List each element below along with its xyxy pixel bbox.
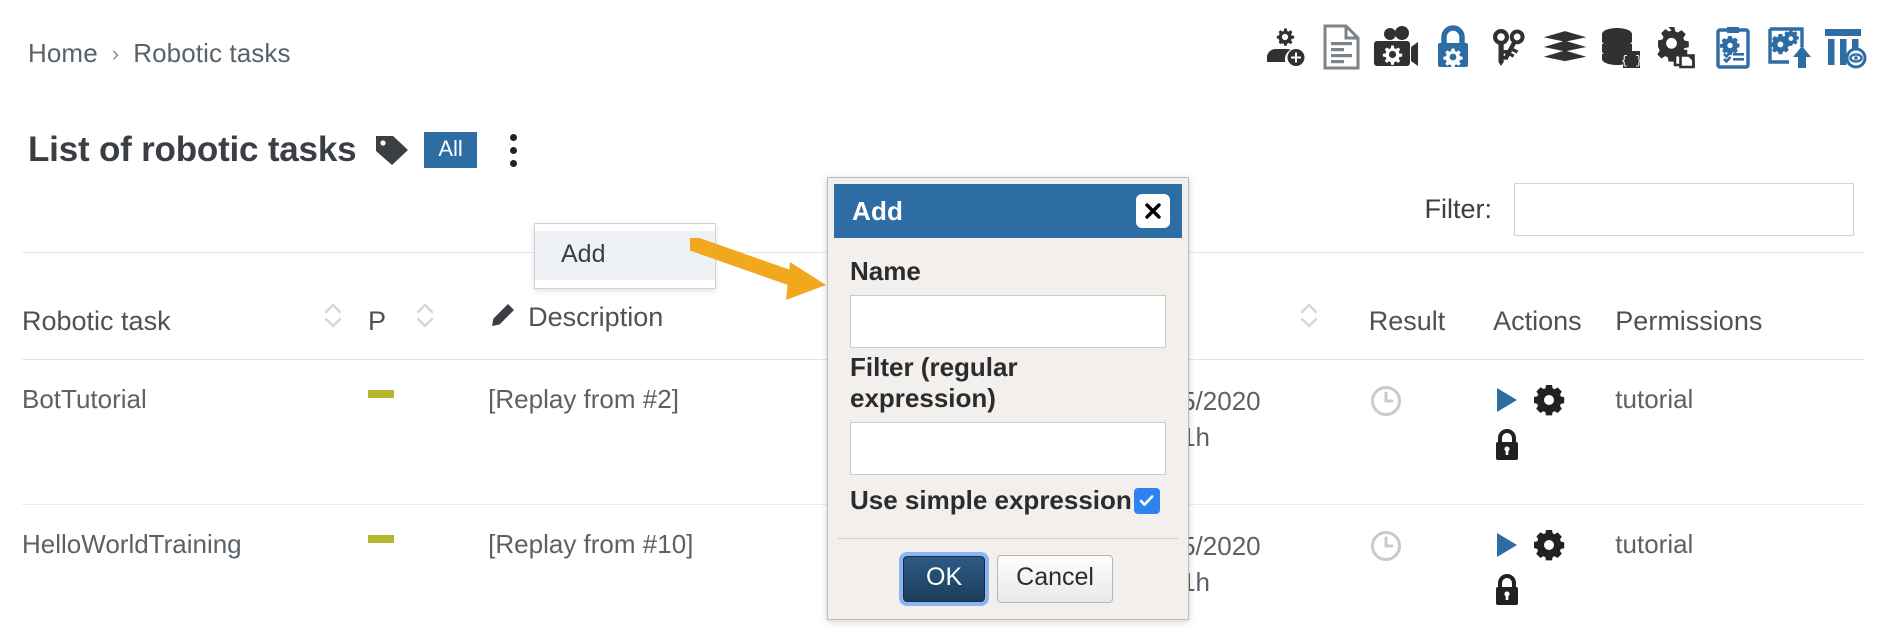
sort-toggle-start[interactable] (1298, 300, 1368, 360)
dialog-title: Add (852, 196, 903, 227)
page-title-row: List of robotic tasks All (28, 128, 527, 172)
breadcrumb-item-robotic-tasks[interactable]: Robotic tasks (133, 38, 290, 69)
menu-item-add[interactable]: Add (535, 231, 715, 280)
use-simple-expression-group: Use simple expression (850, 485, 1166, 516)
column-header-p[interactable]: P (368, 300, 414, 360)
gear-icon[interactable] (1533, 384, 1565, 423)
lock-gear-icon[interactable] (1430, 22, 1476, 72)
priority-dash-icon (368, 390, 394, 398)
column-header-description-label: Description (528, 302, 663, 332)
ok-button[interactable]: OK (903, 556, 985, 602)
keys-icon[interactable] (1486, 22, 1532, 72)
dialog-title-bar: Add (834, 184, 1182, 238)
name-label: Name (850, 256, 1166, 287)
column-header-robotic-task[interactable]: Robotic task (22, 300, 322, 360)
filter-expression-label: Filter (regular expression) (850, 352, 1166, 414)
toolbar: { } (1262, 22, 1868, 72)
cell-actions (1493, 505, 1615, 637)
cell-result (1369, 505, 1493, 637)
gear-icon[interactable] (1533, 529, 1565, 568)
name-input[interactable] (850, 295, 1166, 348)
lock-icon[interactable] (1493, 429, 1521, 470)
clipboard-gear-icon[interactable] (1710, 22, 1756, 72)
table-view-icon[interactable] (1822, 22, 1868, 72)
close-icon[interactable] (1136, 194, 1170, 228)
cell-spacer (1298, 505, 1368, 637)
books-stack-icon[interactable] (1542, 22, 1588, 72)
camera-gear-icon[interactable] (1374, 22, 1420, 72)
lock-icon[interactable] (1493, 574, 1521, 615)
cell-spacer (322, 360, 368, 505)
column-header-actions[interactable]: Actions (1493, 300, 1615, 360)
page-root: Home › Robotic tasks (0, 0, 1886, 637)
pending-clock-icon (1369, 394, 1403, 424)
use-simple-expression-label: Use simple expression (850, 485, 1132, 516)
play-icon[interactable] (1493, 385, 1521, 422)
add-user-gear-icon[interactable] (1262, 22, 1308, 72)
breadcrumb-item-home[interactable]: Home (28, 38, 98, 69)
svg-text:{ }: { } (1621, 54, 1643, 68)
priority-dash-icon (368, 535, 394, 543)
cell-priority (368, 360, 414, 505)
cell-permissions: tutorial (1615, 505, 1864, 637)
gear-copy-icon[interactable] (1654, 22, 1700, 72)
sort-toggle-p[interactable] (414, 300, 489, 360)
pencil-icon (488, 302, 516, 337)
column-header-result[interactable]: Result (1369, 300, 1493, 360)
cell-robotic-task: BotTutorial (22, 360, 322, 505)
document-icon[interactable] (1318, 22, 1364, 72)
column-header-permissions[interactable]: Permissions (1615, 300, 1864, 360)
cell-priority (368, 505, 414, 637)
cancel-button[interactable]: Cancel (997, 555, 1113, 603)
tag-filter-all[interactable]: All (424, 132, 476, 168)
sort-icon (322, 300, 344, 337)
cell-spacer (414, 360, 489, 505)
sort-toggle-robotic-task[interactable] (322, 300, 368, 360)
tag-icon[interactable] (374, 133, 410, 167)
cell-spacer (322, 505, 368, 637)
pending-clock-icon (1369, 539, 1403, 569)
context-menu: Add (534, 223, 716, 289)
cell-robotic-task: HelloWorldTraining (22, 505, 322, 637)
sort-icon (414, 300, 436, 337)
page-title: List of robotic tasks (28, 130, 356, 170)
cell-actions (1493, 360, 1615, 505)
sort-icon (1298, 300, 1320, 337)
dialog-footer: OK Cancel (838, 538, 1178, 619)
dialog-body: Name Filter (regular expression) Use sim… (828, 238, 1188, 538)
add-dialog: Add Name Filter (regular expression) Use… (827, 177, 1189, 620)
breadcrumb-separator-icon: › (112, 41, 119, 67)
cell-permissions: tutorial (1615, 360, 1864, 505)
more-options-icon[interactable] (501, 128, 527, 172)
cell-spacer (1298, 360, 1368, 505)
filter-input[interactable] (1514, 183, 1854, 236)
filter-label: Filter: (1425, 194, 1493, 225)
filter-group: Filter: (1425, 183, 1855, 236)
cell-result (1369, 360, 1493, 505)
cell-spacer (414, 505, 489, 637)
breadcrumb: Home › Robotic tasks (28, 38, 291, 69)
database-code-icon[interactable]: { } (1598, 22, 1644, 72)
filter-expression-input[interactable] (850, 422, 1166, 475)
gears-upload-icon[interactable] (1766, 22, 1812, 72)
use-simple-expression-checkbox[interactable] (1134, 488, 1160, 514)
play-icon[interactable] (1493, 530, 1521, 567)
